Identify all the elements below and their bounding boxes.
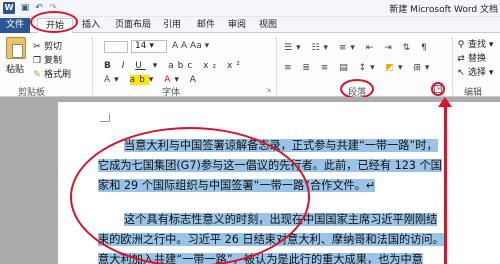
- copy-icon: ❐: [32, 56, 42, 66]
- tab-review[interactable]: 审阅: [225, 18, 249, 33]
- annotation-arrow-head: [438, 97, 452, 107]
- paragraph-label-highlight-circle: [340, 79, 374, 99]
- paste-button[interactable]: 粘贴: [6, 62, 24, 75]
- binoculars-icon: ⚲: [457, 40, 465, 50]
- copy-label: 复制: [44, 56, 63, 66]
- word-app-icon[interactable]: W: [3, 2, 15, 14]
- title-bar: W ▣ ↶ ↷ 新建 Microsoft Word 文档: [0, 0, 500, 17]
- alignment-buttons-row[interactable]: ≡ ≣ ≡ ▤ ↕▾ ◩▾ ⊞▾: [284, 63, 433, 73]
- format-painter-label: 格式刷: [44, 70, 72, 80]
- copy-button[interactable]: ❐ 复制: [32, 53, 62, 66]
- tab-view[interactable]: 视图: [256, 18, 280, 33]
- font-format-row[interactable]: B I U ▾ abc x₂ x²: [104, 61, 244, 71]
- annotation-arrow: [444, 104, 447, 264]
- list-buttons-row[interactable]: ☰▾ ☷▾ ≡▾ ⇤ ⇥ ⇅ ¶: [284, 43, 431, 53]
- tab-page-layout[interactable]: 页面布局: [110, 18, 156, 33]
- grow-shrink-font-icons[interactable]: A A Aa ▾: [172, 41, 209, 51]
- paste-icon[interactable]: [6, 37, 26, 59]
- cut-label: 剪切: [44, 42, 63, 52]
- tab-insert[interactable]: 插入: [78, 18, 104, 33]
- replace-label: 替换: [468, 54, 487, 64]
- group-divider: [452, 37, 453, 95]
- format-painter-button[interactable]: ✎ 格式刷: [32, 67, 71, 80]
- cut-button[interactable]: ✂ 剪切: [32, 39, 62, 52]
- select-button[interactable]: ↖ 选择 ▾: [456, 65, 493, 78]
- brush-icon: ✎: [33, 70, 41, 80]
- cursor-icon: ↖: [457, 68, 465, 78]
- ribbon: 粘贴 ✂ 剪切 ❐ 复制 ✎ 格式刷 剪贴板 14 ▾ A A Aa ▾ B I U …: [0, 33, 500, 98]
- font-size-box[interactable]: 14 ▾: [131, 40, 167, 53]
- scissors-icon: ✂: [33, 42, 41, 52]
- save-icon[interactable]: ▣: [19, 2, 31, 14]
- find-label: 查找: [468, 40, 487, 50]
- selected-text-highlight-ellipse: [70, 127, 310, 264]
- font-size-value: 14: [135, 41, 147, 51]
- tab-references[interactable]: 引用: [160, 18, 184, 33]
- home-tab-highlight-circle: [30, 11, 78, 33]
- font-effects-row[interactable]: A▾ ab▾ A▾ A: [104, 75, 200, 85]
- tab-mailings[interactable]: 邮件: [193, 18, 219, 33]
- find-button[interactable]: ⚲ 查找 ▾: [456, 37, 494, 50]
- replace-icon: ⇄: [457, 54, 465, 64]
- group-divider: [92, 37, 93, 95]
- margin-corner-mark: [100, 114, 110, 122]
- replace-button[interactable]: ⇄ 替换: [456, 51, 486, 64]
- launcher-highlight-circle: [431, 82, 445, 96]
- select-label: 选择: [468, 68, 487, 78]
- tab-file[interactable]: 文件: [0, 18, 30, 33]
- font-dialog-launcher-icon[interactable]: ⇲: [266, 87, 271, 94]
- group-divider: [276, 37, 277, 95]
- font-name-box[interactable]: [104, 41, 128, 53]
- window-title: 新建 Microsoft Word 文档: [389, 5, 498, 15]
